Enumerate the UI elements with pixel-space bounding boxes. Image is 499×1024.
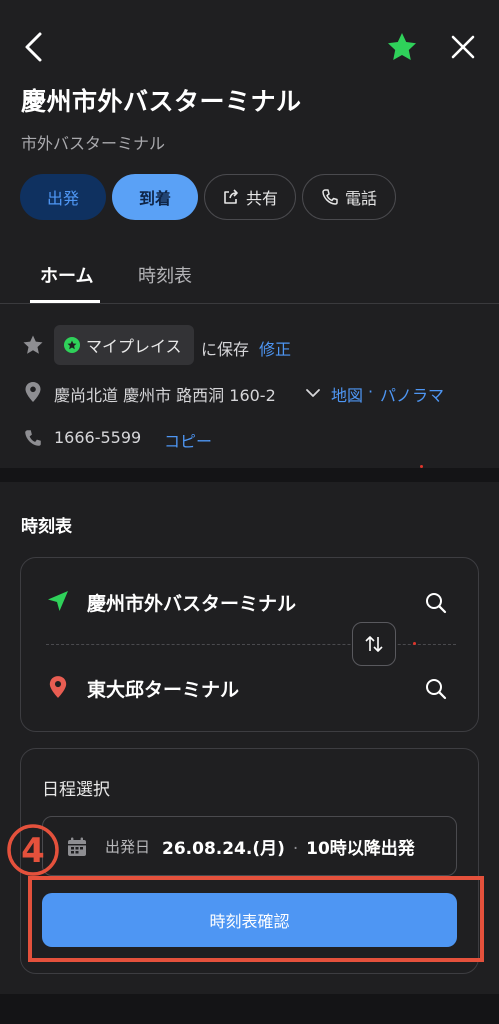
calendar-icon <box>68 837 86 856</box>
myplace-chip-label: マイプレイス <box>86 337 182 356</box>
close-icon[interactable] <box>449 33 477 61</box>
phone-number: 1666-5599 <box>54 428 142 447</box>
share-icon <box>224 189 238 204</box>
top-bar <box>0 0 499 95</box>
star-icon[interactable] <box>22 334 44 356</box>
tab-divider <box>0 303 499 304</box>
search-icon[interactable] <box>424 677 448 701</box>
share-button-label: 共有 <box>245 189 278 208</box>
back-icon[interactable] <box>20 30 48 64</box>
origin-name[interactable]: 慶州市外バスターミナル <box>87 589 296 616</box>
search-icon[interactable] <box>424 591 448 615</box>
place-category: 市外バスターミナル <box>21 134 166 153</box>
date-value[interactable]: 26.08.24.(月) · 10時以降出発 <box>162 834 415 859</box>
map-link[interactable]: 地図 <box>331 382 363 406</box>
saved-text: に保存 <box>201 340 250 359</box>
phone-icon <box>25 430 41 446</box>
location-pin-icon <box>49 676 67 698</box>
depart-button-label: 出発 <box>46 189 79 208</box>
section-divider <box>0 994 499 1024</box>
departure-date: 26.08.24.(月) <box>162 839 285 859</box>
tab-home[interactable]: ホーム <box>40 262 93 288</box>
departure-time: 10時以降出発 <box>306 839 415 859</box>
phone-icon <box>322 189 338 205</box>
step-number-badge: 4 <box>7 824 59 876</box>
link-separator: · <box>368 382 374 401</box>
page-title: 慶州市外バスターミナル <box>21 87 302 116</box>
phone-button[interactable]: 電話 <box>302 174 396 220</box>
tab-timetable[interactable]: 時刻表 <box>138 262 192 288</box>
chevron-down-icon[interactable] <box>305 388 321 398</box>
swap-button[interactable] <box>352 622 396 666</box>
red-marker-dot <box>413 642 416 645</box>
share-button[interactable]: 共有 <box>204 174 296 220</box>
date-label: 出発日 <box>105 838 151 856</box>
arrive-button-label: 到着 <box>138 189 171 208</box>
panorama-link[interactable]: パノラマ <box>380 382 444 406</box>
swap-icon <box>365 636 383 652</box>
timetable-section-title: 時刻表 <box>21 517 72 537</box>
myplace-chip[interactable]: マイプレイス <box>54 325 194 365</box>
star-icon[interactable] <box>386 31 418 63</box>
date-time-separator: · <box>292 839 299 859</box>
step-number: 4 <box>21 831 45 871</box>
timetable-confirm-button[interactable]: 時刻表確認 <box>42 893 457 947</box>
section-divider <box>0 468 499 482</box>
address-text: 慶尚北道 慶州市 路西洞 160-2 <box>54 386 276 405</box>
location-pin-icon <box>25 382 41 402</box>
phone-button-label: 電話 <box>344 189 377 208</box>
edit-link[interactable]: 修正 <box>259 336 291 360</box>
destination-name[interactable]: 東大邱ターミナル <box>87 675 239 702</box>
copy-link[interactable]: コピー <box>164 428 212 452</box>
depart-button[interactable]: 出発 <box>20 174 106 220</box>
schedule-title: 日程選択 <box>42 780 110 800</box>
favorite-star-icon <box>64 337 80 353</box>
navigation-arrow-icon <box>48 591 68 611</box>
arrive-button[interactable]: 到着 <box>112 174 198 220</box>
